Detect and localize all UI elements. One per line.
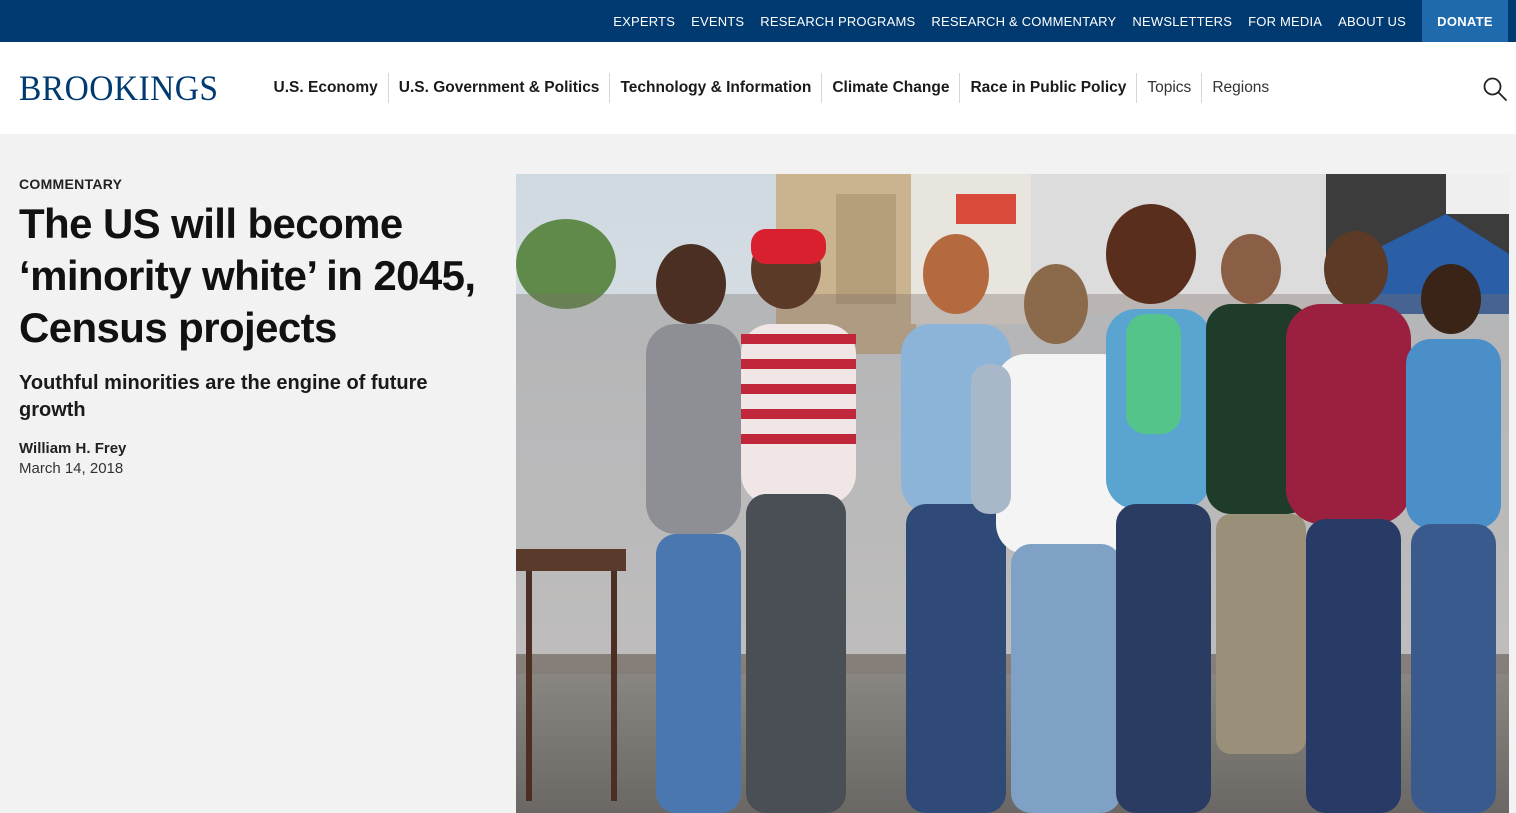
utility-link-about-us[interactable]: ABOUT US	[1330, 14, 1414, 29]
article-subtitle: Youthful minorities are the engine of fu…	[19, 372, 428, 421]
donate-button[interactable]: DONATE	[1422, 0, 1508, 42]
utility-link-events[interactable]: EVENTS	[683, 14, 752, 29]
nav-item-climate-change[interactable]: Climate Change	[822, 73, 961, 103]
primary-nav-links: U.S. Economy U.S. Government & Politics …	[266, 73, 1280, 103]
article-title: The US will become ‘minority white’ in 2…	[19, 200, 476, 351]
nav-item-topics[interactable]: Topics	[1137, 73, 1203, 103]
search-icon	[1483, 77, 1507, 101]
utility-link-for-media[interactable]: FOR MEDIA	[1240, 14, 1330, 29]
search-button[interactable]	[1482, 76, 1508, 102]
article-date: March 14, 2018	[19, 460, 124, 477]
nav-item-technology-information[interactable]: Technology & Information	[610, 73, 823, 103]
article-header: COMMENTARY The US will become ‘minority …	[19, 176, 479, 477]
hero-image	[516, 174, 1509, 813]
utility-links: EXPERTS EVENTS RESEARCH PROGRAMS RESEARC…	[605, 0, 1422, 42]
article-kicker[interactable]: COMMENTARY	[19, 176, 479, 192]
nav-item-us-government-politics[interactable]: U.S. Government & Politics	[389, 73, 611, 103]
utility-bar: EXPERTS EVENTS RESEARCH PROGRAMS RESEARC…	[0, 0, 1516, 42]
utility-link-newsletters[interactable]: NEWSLETTERS	[1124, 14, 1240, 29]
utility-link-research-commentary[interactable]: RESEARCH & COMMENTARY	[923, 14, 1124, 29]
utility-link-research-programs[interactable]: RESEARCH PROGRAMS	[752, 14, 923, 29]
utility-link-experts[interactable]: EXPERTS	[605, 14, 683, 29]
article-author[interactable]: William H. Frey	[19, 440, 479, 457]
main-nav: BROOKINGS U.S. Economy U.S. Government &…	[0, 42, 1516, 134]
nav-item-race-in-public-policy[interactable]: Race in Public Policy	[960, 73, 1138, 103]
nav-item-us-economy[interactable]: U.S. Economy	[266, 73, 389, 103]
nav-item-regions[interactable]: Regions	[1202, 73, 1279, 103]
brookings-logo[interactable]: BROOKINGS	[19, 67, 219, 109]
